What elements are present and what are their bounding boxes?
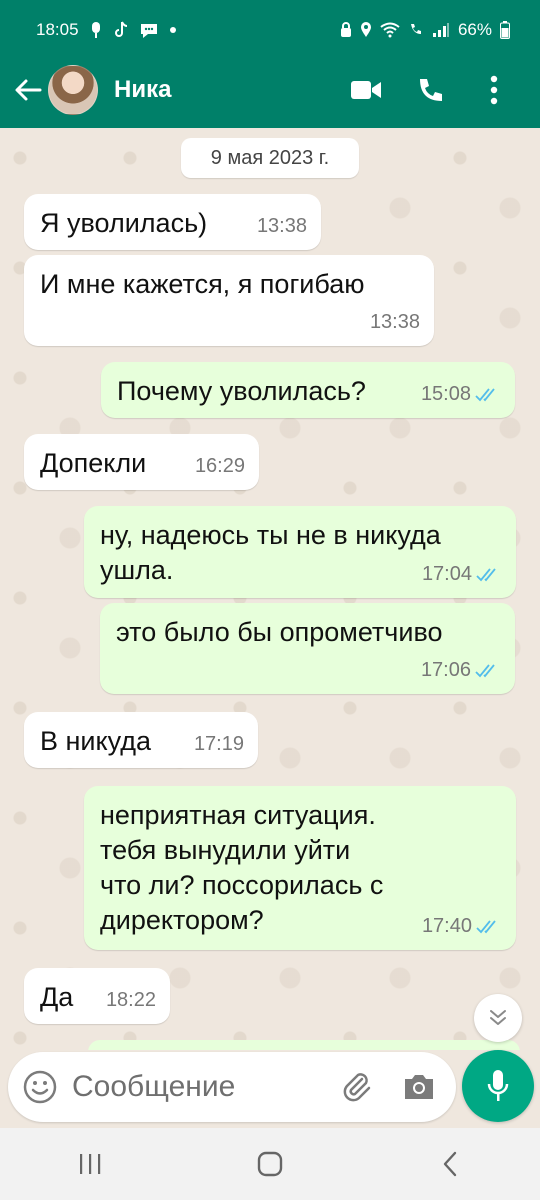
message-time: 13:38 (369, 311, 420, 333)
back-icon[interactable] (420, 1134, 480, 1194)
system-nav-bar (0, 1128, 540, 1200)
voicemail-icon (89, 21, 103, 39)
mic-button[interactable] (462, 1050, 534, 1122)
battery-percent: 66% (457, 20, 492, 39)
contact-avatar[interactable] (48, 65, 98, 115)
attach-icon[interactable] (330, 1060, 384, 1114)
message-outgoing[interactable]: неприятная ситуация. тебя вынудили уйти … (84, 786, 516, 950)
message-meta: 16:29 (195, 449, 245, 484)
message-incoming[interactable]: В никуда 17:19 (24, 712, 258, 768)
message-time: 17:06 (420, 659, 471, 681)
message-outgoing[interactable]: ну, надеюсь ты не в никуда ушла. 17:04 (84, 506, 516, 598)
message-outgoing-partial[interactable] (88, 1040, 520, 1050)
tiktok-icon (113, 21, 129, 39)
wifi-calling-icon (408, 22, 424, 38)
emoji-icon[interactable] (8, 1055, 72, 1119)
message-composer (8, 1052, 456, 1122)
message-meta: 18:22 (106, 983, 156, 1018)
home-icon[interactable] (240, 1134, 300, 1194)
message-time: 17:04 (421, 563, 472, 585)
message-incoming[interactable]: Допекли 16:29 (24, 434, 259, 490)
read-ticks-icon (476, 919, 496, 933)
contact-name[interactable]: Ника (114, 76, 171, 104)
date-chip: 9 мая 2023 г. (181, 138, 359, 178)
message-text: это было бы опрометчиво (116, 617, 443, 647)
message-text: Да (40, 982, 74, 1012)
message-icon (139, 21, 159, 39)
message-meta: 15:08 (421, 377, 499, 412)
location-icon (360, 22, 372, 38)
message-text: И мне кажется, я погибаю (40, 269, 365, 299)
message-text: неприятная ситуация. тебя вынудили уйти … (100, 800, 384, 935)
mic-icon (487, 1070, 509, 1101)
status-bar: 18:05 66% (0, 0, 540, 60)
recent-apps-icon[interactable] (60, 1134, 120, 1194)
dot-icon (169, 26, 177, 34)
message-meta: 13:38 (370, 305, 420, 340)
signal-icon (432, 22, 450, 38)
video-call-icon[interactable] (334, 66, 398, 114)
message-input[interactable] (72, 1062, 322, 1112)
battery-icon (500, 21, 510, 39)
message-text: Я уволилась) (40, 208, 208, 238)
message-incoming[interactable]: Да 18:22 (24, 968, 170, 1024)
security-icon (340, 22, 352, 38)
status-time: 18:05 (36, 20, 79, 39)
scroll-to-bottom-button[interactable] (474, 994, 522, 1042)
read-ticks-icon (476, 567, 496, 581)
message-text: Допекли (40, 448, 147, 478)
chat-area[interactable]: 9 мая 2023 г. Я уволилась) 13:38 И мне к… (0, 128, 540, 1050)
wifi-icon (380, 22, 400, 38)
message-incoming[interactable]: Я уволилась) 13:38 (24, 194, 321, 250)
more-vertical-icon[interactable] (462, 66, 526, 114)
message-outgoing[interactable]: это было бы опрометчиво 17:06 (100, 603, 515, 694)
message-time: 15:08 (420, 383, 471, 405)
read-ticks-icon (475, 387, 495, 401)
message-incoming[interactable]: И мне кажется, я погибаю 13:38 (24, 255, 434, 346)
message-meta: 17:40 (422, 909, 500, 944)
message-meta: 13:38 (257, 209, 307, 244)
message-time: 17:40 (421, 915, 472, 937)
message-outgoing[interactable]: Почему уволилась? 15:08 (101, 362, 515, 418)
message-text: В никуда (40, 726, 151, 756)
message-time: 16:29 (194, 455, 245, 477)
double-chevron-down-icon (490, 1010, 506, 1025)
message-text: ну, надеюсь ты не в никуда ушла. (100, 520, 441, 585)
message-time: 18:22 (105, 989, 156, 1011)
back-arrow-icon[interactable] (8, 70, 48, 110)
message-meta: 17:19 (194, 727, 244, 762)
message-meta: 17:04 (422, 557, 500, 592)
read-ticks-icon (475, 663, 495, 677)
message-text: Почему уволилась? (117, 376, 366, 406)
voice-call-icon[interactable] (398, 66, 462, 114)
message-meta: 17:06 (421, 653, 499, 688)
header: 18:05 66% Ника (0, 0, 540, 128)
camera-icon[interactable] (392, 1060, 446, 1114)
message-time: 13:38 (256, 215, 307, 237)
message-time: 17:19 (193, 733, 244, 755)
chat-app-bar: Ника (0, 60, 540, 120)
